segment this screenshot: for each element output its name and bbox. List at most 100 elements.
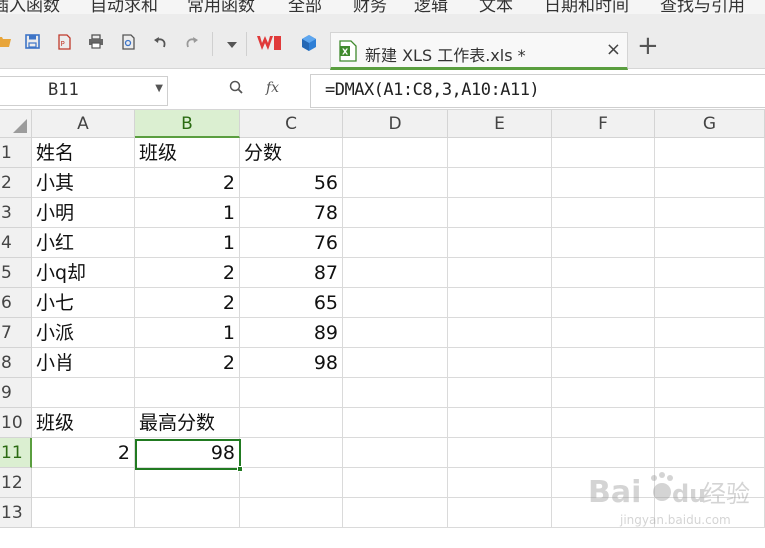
export-pdf-icon[interactable]: P (54, 34, 74, 54)
close-tab-icon[interactable]: × (606, 40, 621, 60)
cell-d3[interactable] (343, 198, 448, 228)
new-tab-icon[interactable]: + (637, 33, 659, 59)
cell-e12[interactable] (448, 468, 552, 498)
menu-logic[interactable]: 逻辑 (414, 0, 448, 14)
cell-e13[interactable] (448, 498, 552, 528)
menu-all[interactable]: 全部 (288, 0, 322, 14)
menu-lookup-reference[interactable]: 查找与引用 (660, 0, 745, 14)
menu-date-time[interactable]: 日期和时间 (544, 0, 629, 14)
cell-c5[interactable]: 87 (240, 258, 343, 288)
cell-a10[interactable]: 班级 (32, 408, 135, 438)
cell-f5[interactable] (552, 258, 655, 288)
row-header-4[interactable]: 4 (0, 228, 32, 258)
cell-b4[interactable]: 1 (135, 228, 240, 258)
column-header-e[interactable]: E (448, 110, 552, 138)
cell-a12[interactable] (32, 468, 135, 498)
cell-g1[interactable] (655, 138, 765, 168)
document-tab[interactable]: X 新建 XLS 工作表.xls * × (330, 32, 628, 70)
open-icon[interactable] (0, 34, 14, 54)
cell-a11[interactable]: 2 (32, 438, 135, 468)
cell-f6[interactable] (552, 288, 655, 318)
cell-c2[interactable]: 56 (240, 168, 343, 198)
cell-f1[interactable] (552, 138, 655, 168)
cell-a5[interactable]: 小q却 (32, 258, 135, 288)
cell-f4[interactable] (552, 228, 655, 258)
cell-c3[interactable]: 78 (240, 198, 343, 228)
row-header-5[interactable]: 5 (0, 258, 32, 288)
cell-d6[interactable] (343, 288, 448, 318)
cell-b7[interactable]: 1 (135, 318, 240, 348)
zoom-icon[interactable] (229, 80, 243, 98)
cell-g11[interactable] (655, 438, 765, 468)
cell-d5[interactable] (343, 258, 448, 288)
menu-finance[interactable]: 财务 (353, 0, 387, 14)
cell-f2[interactable] (552, 168, 655, 198)
cell-d13[interactable] (343, 498, 448, 528)
cell-f8[interactable] (552, 348, 655, 378)
cell-b5[interactable]: 2 (135, 258, 240, 288)
cell-c7[interactable]: 89 (240, 318, 343, 348)
column-header-b[interactable]: B (135, 110, 240, 138)
cell-c11[interactable] (240, 438, 343, 468)
cell-b2[interactable]: 2 (135, 168, 240, 198)
row-header-11[interactable]: 11 (0, 438, 32, 468)
row-header-13[interactable]: 13 (0, 498, 32, 528)
undo-icon[interactable] (150, 34, 170, 54)
select-all-corner[interactable] (0, 110, 32, 138)
cell-f7[interactable] (552, 318, 655, 348)
cell-e9[interactable] (448, 378, 552, 408)
cell-e3[interactable] (448, 198, 552, 228)
cell-e5[interactable] (448, 258, 552, 288)
column-header-f[interactable]: F (552, 110, 655, 138)
row-header-9[interactable]: 9 (0, 378, 32, 408)
cell-b1[interactable]: 班级 (135, 138, 240, 168)
row-header-1[interactable]: 1 (0, 138, 32, 168)
row-header-7[interactable]: 7 (0, 318, 32, 348)
cell-e2[interactable] (448, 168, 552, 198)
cell-g5[interactable] (655, 258, 765, 288)
cell-c4[interactable]: 76 (240, 228, 343, 258)
menu-common-functions[interactable]: 常用函数 (187, 0, 255, 14)
row-header-3[interactable]: 3 (0, 198, 32, 228)
menu-autosum[interactable]: 自动求和 (90, 0, 158, 14)
row-header-2[interactable]: 2 (0, 168, 32, 198)
cell-c6[interactable]: 65 (240, 288, 343, 318)
cell-a7[interactable]: 小派 (32, 318, 135, 348)
cell-d11[interactable] (343, 438, 448, 468)
cell-g3[interactable] (655, 198, 765, 228)
cell-e4[interactable] (448, 228, 552, 258)
cell-f11[interactable] (552, 438, 655, 468)
cell-d12[interactable] (343, 468, 448, 498)
cell-a8[interactable]: 小肖 (32, 348, 135, 378)
cell-b13[interactable] (135, 498, 240, 528)
cell-d8[interactable] (343, 348, 448, 378)
print-preview-icon[interactable] (118, 34, 138, 54)
cell-f10[interactable] (552, 408, 655, 438)
cell-a2[interactable]: 小其 (32, 168, 135, 198)
cell-a4[interactable]: 小红 (32, 228, 135, 258)
cell-e10[interactable] (448, 408, 552, 438)
cell-g8[interactable] (655, 348, 765, 378)
cell-e8[interactable] (448, 348, 552, 378)
cell-c9[interactable] (240, 378, 343, 408)
cell-c1[interactable]: 分数 (240, 138, 343, 168)
cell-b9[interactable] (135, 378, 240, 408)
print-icon[interactable] (86, 34, 106, 54)
cell-b11[interactable]: 98 (135, 438, 240, 468)
cell-b6[interactable]: 2 (135, 288, 240, 318)
insert-function-icon[interactable]: fx (266, 80, 279, 96)
cell-e7[interactable] (448, 318, 552, 348)
cell-c13[interactable] (240, 498, 343, 528)
cell-a9[interactable] (32, 378, 135, 408)
cell-g10[interactable] (655, 408, 765, 438)
cell-a6[interactable]: 小七 (32, 288, 135, 318)
column-header-d[interactable]: D (343, 110, 448, 138)
save-icon[interactable] (22, 34, 42, 54)
column-header-c[interactable]: C (240, 110, 343, 138)
cell-d9[interactable] (343, 378, 448, 408)
cell-c8[interactable]: 98 (240, 348, 343, 378)
row-header-10[interactable]: 10 (0, 408, 32, 438)
cell-g7[interactable] (655, 318, 765, 348)
dropdown-icon[interactable] (222, 34, 242, 54)
menu-insert-function[interactable]: 插入函数 (0, 0, 60, 14)
